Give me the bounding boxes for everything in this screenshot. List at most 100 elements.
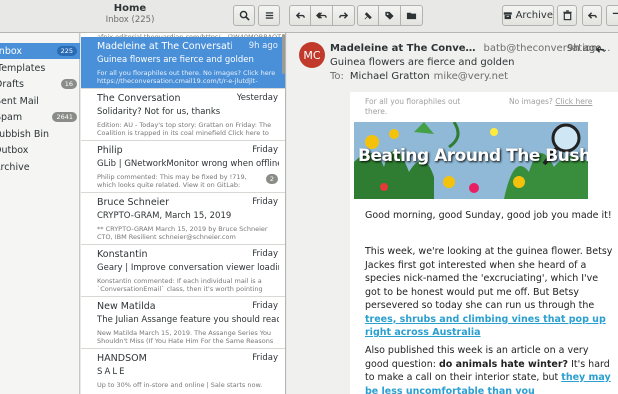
list-item[interactable]: Madeleine at The Conversation 9h ago Gui… — [81, 37, 285, 89]
paragraph-text: This week, we're looking at the guinea f… — [365, 246, 613, 311]
message-sender: The Conversation — [97, 93, 181, 104]
banner-title: Beating Around The Bush — [358, 146, 588, 166]
newsletter-banner: Beating Around The Bush — [354, 122, 588, 199]
archive-button[interactable]: Archive — [502, 5, 554, 26]
message-preview: Edition: AU - Today's top story: Grattan… — [97, 121, 272, 137]
unread-count-badge: 225 — [56, 46, 77, 56]
message-subject: Guinea flowers are fierce and golden — [330, 57, 515, 68]
message-subject: SALE — [97, 367, 127, 377]
recipient-address[interactable]: mike@very.net — [434, 71, 508, 82]
folder-label: Sent Mail — [0, 95, 39, 107]
message-preview: For all you floraphiles out there. No im… — [97, 69, 276, 85]
folder-archive[interactable]: Archive — [0, 160, 80, 174]
folder-outbox[interactable]: Outbox — [0, 143, 80, 157]
message-subject: The Julian Assange feature you should re… — [97, 315, 279, 325]
folder-label: Outbox — [0, 144, 29, 156]
message-preview: ** CRYPTO-GRAM March 15, 2019 by Bruce S… — [97, 225, 268, 241]
message-date: Friday — [252, 145, 278, 155]
archive-label: Archive — [515, 10, 553, 21]
folder-subtitle: Inbox (225) — [105, 15, 155, 25]
folder-label: Archive — [0, 161, 30, 173]
reply-icon[interactable] — [595, 44, 606, 55]
mark-message-button[interactable] — [357, 5, 379, 26]
mark-button-group — [357, 5, 423, 26]
undo-button[interactable] — [582, 5, 602, 26]
message-body: For all you floraphiles out there. No im… — [350, 92, 618, 394]
message-preview: New Matilda March 15, 2019. The Assange … — [97, 329, 274, 345]
message-sender: Konstantin — [97, 249, 148, 260]
header-bar: Home Inbox (225) Archive — [0, 0, 618, 33]
to-label: To: — [330, 71, 344, 82]
greeting-paragraph: Good morning, good Sunday, good job you … — [365, 210, 612, 221]
message-subject: CRYPTO-GRAM, March 15, 2019 — [97, 211, 232, 221]
message-preview: Up to 30% off in-store and online | Sale… — [97, 381, 263, 389]
no-images-line: No images? Click here — [509, 97, 592, 106]
folder-icon — [406, 12, 417, 20]
reply-icon — [295, 12, 305, 19]
hamburger-icon — [265, 12, 273, 19]
reply-button-group — [289, 5, 355, 26]
message-date: Yesterday — [236, 93, 278, 103]
move-button[interactable] — [401, 5, 423, 26]
message-subject: Solidarity? Not for us, thanks — [97, 107, 221, 117]
message-subject: GLib | GNetworkMonitor wrong when offlin… — [97, 159, 279, 169]
reply-all-button[interactable] — [311, 5, 333, 26]
folder-label: Inbox — [0, 45, 22, 57]
list-item[interactable]: New Matilda Friday The Julian Assange fe… — [81, 297, 285, 349]
folder-templates[interactable]: Templates — [0, 61, 80, 75]
message-sender: Philip — [97, 145, 123, 156]
message-date: Friday — [252, 301, 278, 311]
folder-inbox[interactable]: Inbox 225 — [0, 43, 80, 59]
more-actions-button[interactable] — [606, 5, 618, 26]
message-date: Friday — [252, 249, 278, 259]
message-date: Friday — [252, 197, 278, 207]
message-subject: Geary | Improve conversation viewer load… — [97, 263, 279, 273]
list-item[interactable]: Konstantin Friday Geary | Improve conver… — [81, 245, 285, 297]
message-sender: HANDSOM — [97, 353, 147, 364]
recipient-name[interactable]: Michael Gratton — [350, 71, 430, 82]
message-sender: Bruce Schneier — [97, 197, 170, 208]
click-here-link[interactable]: Click here — [555, 97, 592, 106]
list-item[interactable]: Bruce Schneier Friday CRYPTO-GRAM, March… — [81, 193, 285, 245]
folder-rubbish-bin[interactable]: Rubbish Bin — [0, 127, 80, 141]
folder-spam[interactable]: Spam 2641 — [0, 110, 80, 124]
folder-label: Drafts — [0, 78, 24, 90]
message-date: Friday — [252, 353, 278, 363]
account-title: Home — [113, 3, 147, 14]
list-item[interactable]: Philip Friday GLib | GNetworkMonitor wro… — [81, 141, 285, 193]
message-preview: Konstantin commented: If each individual… — [97, 277, 263, 293]
delete-button[interactable] — [557, 5, 577, 26]
search-button[interactable] — [233, 5, 255, 26]
no-images-text: No images? — [509, 97, 553, 106]
unread-count-badge: 16 — [60, 79, 77, 89]
conversation-viewer: MC Madeleine at The Conve… batb@theconver… — [287, 33, 618, 394]
preheader-text: For all you floraphiles out there. — [365, 97, 461, 116]
list-item[interactable]: HANDSOM Friday SALE Up to 30% off in-sto… — [81, 349, 285, 394]
unread-count-badge: 2641 — [52, 112, 77, 122]
menu-button[interactable] — [258, 5, 280, 26]
folder-label: Rubbish Bin — [0, 128, 50, 140]
conversation-count-badge: 2 — [265, 174, 278, 184]
label-button[interactable] — [379, 5, 401, 26]
avatar: MC — [299, 42, 325, 68]
menu-icon — [612, 12, 618, 15]
folder-sidebar: Inbox 225 Templates Drafts 16 Sent Mail … — [0, 33, 80, 394]
message-list: afnix.editorial.theguardian.com/https/…/… — [81, 33, 286, 394]
list-item[interactable]: The Conversation Yesterday Solidarity? N… — [81, 89, 285, 141]
folder-label: Spam — [0, 111, 23, 123]
body-paragraph-2: Also published this week is an article o… — [365, 344, 615, 394]
reply-button[interactable] — [289, 5, 311, 26]
trash-icon — [562, 10, 572, 21]
search-icon — [239, 10, 250, 21]
mark-icon — [364, 12, 372, 20]
tag-icon — [385, 11, 394, 20]
archive-icon — [503, 12, 512, 20]
folder-sent-mail[interactable]: Sent Mail — [0, 94, 80, 108]
list-scrollbar[interactable] — [282, 34, 285, 74]
undo-icon — [587, 12, 597, 19]
forward-button[interactable] — [333, 5, 355, 26]
trees-shrubs-link[interactable]: trees, shrubs and climbing vines that po… — [365, 314, 606, 339]
message-sender: Madeleine at The Conversation — [97, 41, 232, 52]
folder-label: Templates — [0, 62, 46, 74]
folder-drafts[interactable]: Drafts 16 — [0, 77, 80, 91]
